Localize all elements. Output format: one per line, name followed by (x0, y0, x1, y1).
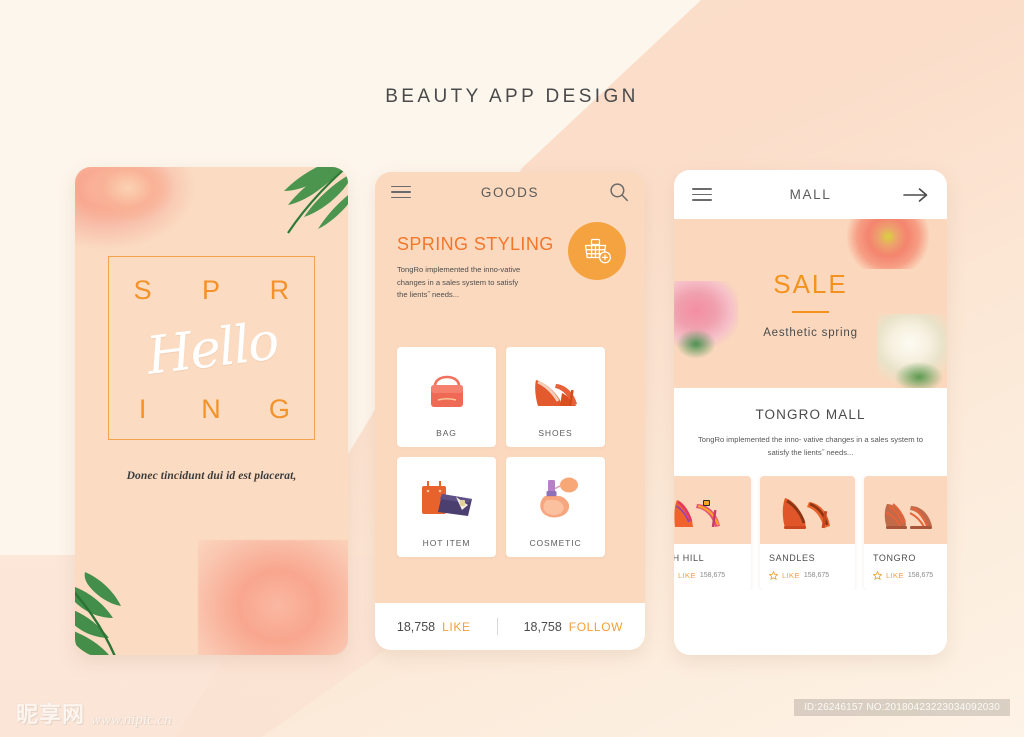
spring-title-frame: S P R I N G Hello (108, 256, 315, 440)
mall-product-card[interactable]: GH HILL LIKE 158,675 (674, 475, 751, 590)
phone-screen-goods: GOODS SPRING STYLING TongRo implemented … (375, 172, 645, 650)
page-title: BEAUTY APP DESIGN (385, 86, 639, 107)
mall-product-card[interactable]: SANDLES LIKE 158,675 (760, 475, 855, 590)
mall-product-carousel[interactable]: GH HILL LIKE 158,675 (674, 475, 947, 590)
mall-screen: MALL SALE Aesthetic spring TONGRO MALL T… (674, 170, 947, 655)
product-label: HOT ITEM (422, 538, 471, 548)
mall-card-name: SANDLES (769, 552, 816, 563)
mall-card-like-label: LIKE (678, 570, 696, 580)
mall-card-like-label: LIKE (886, 570, 904, 580)
goods-promo-block: SPRING STYLING TongRo implemented the in… (375, 212, 645, 302)
stat-divider (496, 618, 498, 635)
follow-label: FOLLOW (568, 619, 624, 634)
mall-card-body: SANDLES LIKE 158,675 (760, 544, 855, 590)
arrow-right-icon[interactable] (903, 187, 929, 203)
goods-header: GOODS (375, 172, 645, 212)
like-count: 18,758 (396, 619, 436, 634)
handbag-icon (397, 355, 496, 421)
sale-subtitle: Aesthetic spring (763, 326, 858, 339)
mall-card-body: GH HILL LIKE 158,675 (674, 544, 751, 590)
product-card-shoes[interactable]: SHOES (506, 347, 605, 447)
strappy-sandals-icon (864, 475, 947, 544)
goods-screen: GOODS SPRING STYLING TongRo implemented … (375, 172, 645, 650)
product-label: COSMETIC (529, 538, 582, 548)
like-label: LIKE (442, 619, 471, 634)
mall-card-meta: LIKE 158,675 (674, 571, 742, 580)
flower-decoration-icon (198, 540, 348, 655)
mall-info-title: TONGRO MALL (755, 407, 866, 422)
mall-product-card[interactable]: TONGRO LIKE 158,675 (864, 475, 947, 590)
follow-count: 18,758 (523, 619, 562, 634)
flower-decoration-icon (83, 167, 173, 221)
star-icon[interactable] (769, 570, 778, 580)
mall-header: MALL (674, 170, 947, 219)
promo-body-text: TongRo implemented the inno-vative chang… (397, 265, 521, 300)
canvas: BEAUTY APP DESIGN S P R I N G Hello Done… (0, 0, 1024, 737)
image-id-watermark: ID:26246157 NO:20180423223034092030 (793, 699, 1010, 716)
site-watermark-cn: 昵享网 (16, 702, 86, 727)
mall-info-block: TONGRO MALL TongRo implemented the inno-… (674, 388, 947, 476)
product-grid: BAG SHOES HOT ITEM COSMETIC (397, 347, 605, 557)
product-label: SHOES (538, 428, 573, 438)
spring-letter: R (269, 275, 291, 305)
splash-screen: S P R I N G Hello Donec tincidunt dui id… (75, 167, 348, 655)
product-card-hot-item[interactable]: HOT ITEM (397, 457, 496, 557)
search-icon[interactable] (609, 182, 629, 202)
mall-card-like-count: 158,675 (699, 571, 726, 579)
monstera-leaf-icon (75, 568, 166, 655)
spring-letter: G (268, 394, 291, 424)
mall-info-body: TongRo implemented the inno- vative chan… (698, 435, 923, 458)
palm-leaf-icon (248, 167, 348, 241)
product-label: BAG (436, 428, 457, 438)
tagline: Donec tincidunt dui id est placerat, (126, 470, 297, 482)
spring-letter: P (201, 275, 221, 305)
spring-letter: I (138, 394, 148, 424)
star-icon[interactable] (873, 570, 882, 580)
hamburger-icon[interactable] (692, 188, 712, 201)
shopping-basket-add-icon[interactable] (568, 222, 626, 280)
spring-letter: S (133, 275, 153, 305)
site-watermark: 昵享网 www.nipic.cn (16, 697, 172, 729)
mall-card-meta: LIKE 158,675 (769, 570, 846, 580)
mall-card-name: GH HILL (674, 552, 705, 563)
sale-divider (792, 310, 829, 313)
orange-pumps-icon (760, 475, 855, 544)
site-watermark-url: www.nipic.cn (91, 712, 172, 728)
rose-stem-icon (676, 329, 716, 359)
mall-hero-banner: SALE Aesthetic spring (674, 219, 947, 388)
phone-screen-splash: S P R I N G Hello Donec tincidunt dui id… (75, 167, 348, 655)
hamburger-icon[interactable] (391, 185, 411, 199)
mall-card-like-count: 158,675 (803, 571, 830, 579)
rose-leaf-icon (895, 362, 943, 388)
gerbera-flower-icon (847, 219, 929, 269)
like-stat[interactable]: 18,758 LIKE (397, 620, 471, 634)
bags-wallet-icon (397, 465, 496, 531)
mall-card-body: TONGRO LIKE 158,675 (864, 544, 947, 590)
goods-header-title: GOODS (480, 184, 540, 200)
spring-letter: N (201, 394, 222, 424)
phone-screen-mall: MALL SALE Aesthetic spring TONGRO MALL T… (674, 170, 947, 655)
colorful-heels-icon (674, 475, 751, 544)
goods-footer-stats: 18,758 LIKE 18,758 FOLLOW (375, 603, 645, 650)
mall-card-like-label: LIKE (782, 570, 800, 580)
product-card-bag[interactable]: BAG (397, 347, 496, 447)
follow-stat[interactable]: 18,758 FOLLOW (524, 620, 624, 634)
product-card-cosmetic[interactable]: COSMETIC (506, 457, 605, 557)
sale-heading: SALE (773, 268, 848, 299)
mall-card-like-count: 158,675 (907, 571, 934, 579)
mall-card-name: TONGRO (873, 552, 916, 563)
perfume-bottle-icon (506, 465, 605, 531)
high-heels-icon (506, 355, 605, 421)
mall-card-meta: LIKE 158,675 (873, 570, 947, 580)
